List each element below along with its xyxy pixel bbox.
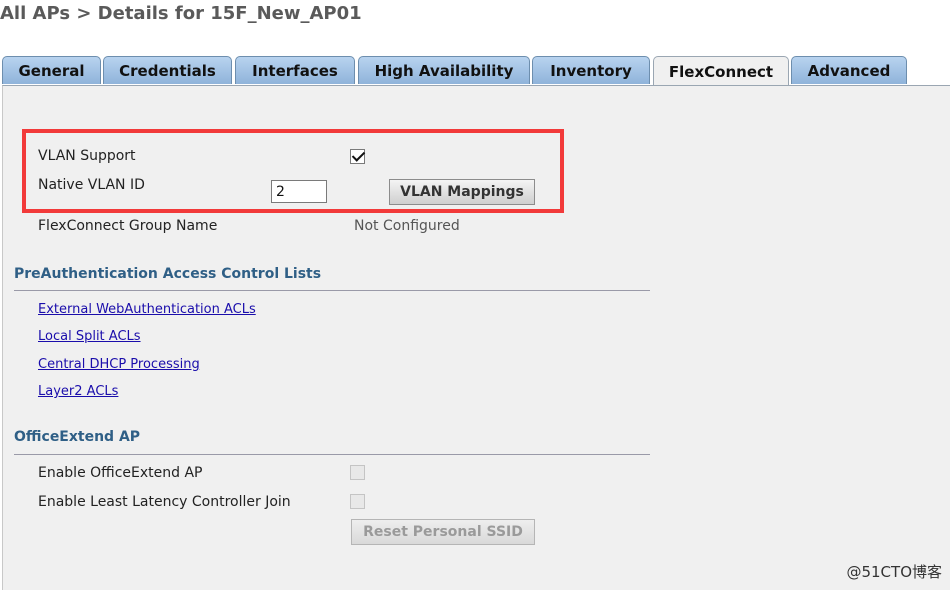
- tab-interfaces[interactable]: Interfaces: [235, 56, 355, 84]
- page-title: All APs > Details for 15F_New_AP01: [0, 3, 362, 24]
- external-webauth-acls-link[interactable]: External WebAuthentication ACLs: [38, 302, 256, 317]
- reset-personal-ssid-button[interactable]: Reset Personal SSID: [351, 519, 535, 545]
- tab-credentials[interactable]: Credentials: [103, 56, 232, 84]
- tab-inventory[interactable]: Inventory: [532, 56, 650, 84]
- group-name-label: FlexConnect Group Name: [38, 218, 218, 234]
- officeextend-section-title: OfficeExtend AP: [14, 429, 141, 445]
- watermark: @51CTO博客: [846, 563, 942, 581]
- group-name-value: Not Configured: [354, 218, 460, 234]
- layer2-acls-link[interactable]: Layer2 ACLs: [38, 384, 118, 399]
- tab-advanced[interactable]: Advanced: [791, 56, 907, 84]
- local-split-acls-link[interactable]: Local Split ACLs: [38, 329, 141, 344]
- officeextend-divider: [14, 454, 650, 455]
- tab-high-availability[interactable]: High Availability: [358, 56, 530, 84]
- enable-officeextend-label: Enable OfficeExtend AP: [38, 465, 203, 481]
- tab-flexconnect[interactable]: FlexConnect: [653, 56, 789, 86]
- tab-general[interactable]: General: [2, 56, 101, 84]
- highlight-box: [22, 129, 564, 213]
- enable-officeextend-checkbox[interactable]: [350, 465, 365, 480]
- central-dhcp-processing-link[interactable]: Central DHCP Processing: [38, 357, 200, 372]
- tab-bar: General Credentials Interfaces High Avai…: [0, 56, 950, 86]
- preauth-divider: [14, 290, 650, 291]
- least-latency-checkbox[interactable]: [350, 494, 365, 509]
- least-latency-label: Enable Least Latency Controller Join: [38, 494, 291, 510]
- preauth-section-title: PreAuthentication Access Control Lists: [14, 266, 322, 282]
